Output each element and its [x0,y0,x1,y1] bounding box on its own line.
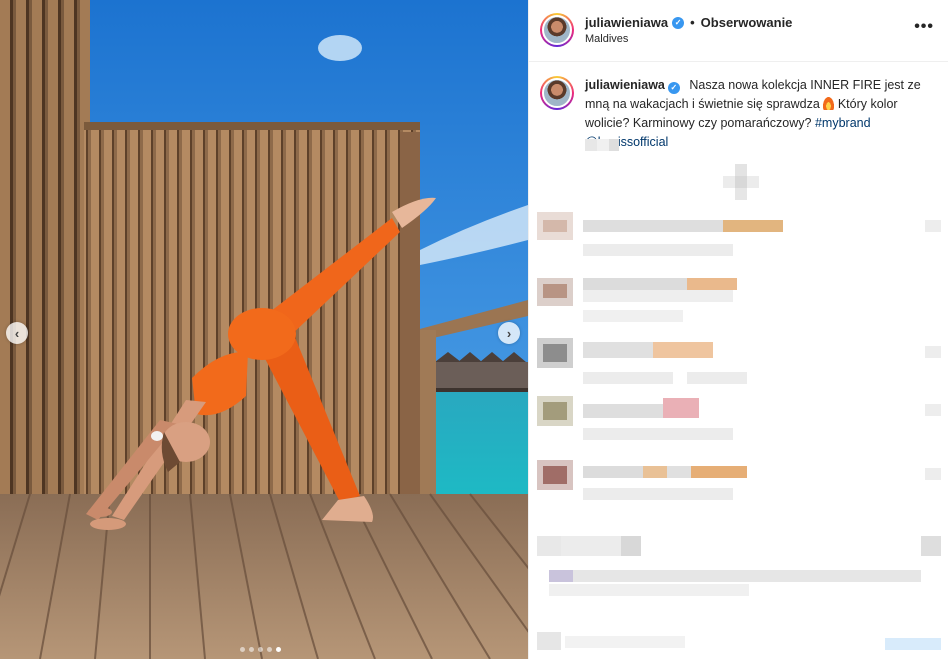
verified-badge-icon: ✓ [672,16,685,29]
comment-row[interactable] [537,396,941,444]
verified-badge-icon: ✓ [667,81,680,94]
carousel-dot [267,647,272,652]
username-link[interactable]: juliawieniawa [585,15,668,30]
post-sidebar: juliawieniawa ✓ • Obserwowanie Maldives … [528,0,948,659]
avatar[interactable] [540,13,574,47]
carousel-dot [249,647,254,652]
carousel-dot-active [276,647,281,652]
post-header: juliawieniawa ✓ • Obserwowanie Maldives … [529,0,948,62]
carousel-dot [240,647,245,652]
comment-row[interactable] [537,338,941,388]
separator: • [690,15,695,30]
previous-photo-button[interactable]: ‹ [6,322,28,344]
comment-row[interactable] [537,278,941,334]
chevron-right-icon: › [506,325,512,341]
likes-row-blurred [549,570,921,598]
following-button[interactable]: Obserwowanie [701,15,793,30]
more-options-icon[interactable]: ••• [914,18,934,36]
header-user: juliawieniawa ✓ • Obserwowanie [585,15,792,30]
post-image [0,0,528,659]
add-comment-field-blurred[interactable] [537,628,941,654]
location-link[interactable]: Maldives [585,33,628,45]
caption-username[interactable]: juliawieniawa ✓ [585,78,683,94]
caption-text: juliawieniawa ✓ Nasza nowa kolekcja INNER… [585,76,933,152]
hashtag-link[interactable]: #mybrand [815,116,871,130]
comment-row[interactable] [537,212,941,268]
carousel-indicator [240,647,281,652]
flame-emoji-icon [823,97,835,110]
chevron-left-icon: ‹ [14,325,20,341]
caption-avatar[interactable] [540,76,574,110]
action-bar-blurred [537,534,941,560]
comment-row[interactable] [537,460,941,508]
post-photo[interactable]: ‹ › [0,0,528,659]
loading-spinner-blurred [723,164,759,200]
carousel-dot [258,647,263,652]
next-photo-button[interactable]: › [498,322,520,344]
caption-timestamp-blurred [585,139,619,151]
